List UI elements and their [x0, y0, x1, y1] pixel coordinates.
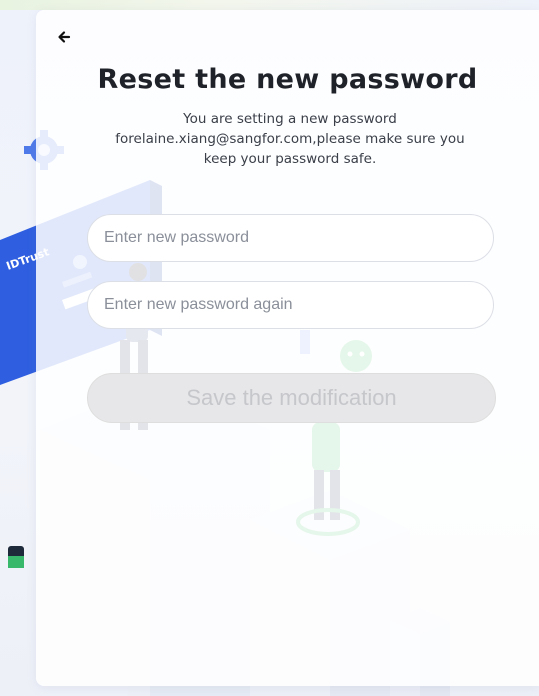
- back-button[interactable]: [54, 26, 76, 48]
- reset-password-screen: IDTrust Reset the new password You are s…: [0, 0, 539, 696]
- confirm-password-input[interactable]: [87, 281, 494, 329]
- page-subtitle: You are setting a new password forelaine…: [80, 109, 500, 169]
- page-title: Reset the new password: [97, 64, 478, 95]
- save-modification-button[interactable]: Save the modification: [87, 373, 496, 423]
- subtitle-line: You are setting a new password: [183, 111, 397, 127]
- subtitle-line: forelaine.xiang@sangfor.com,please make …: [115, 131, 465, 147]
- new-password-input[interactable]: [87, 214, 494, 262]
- cup-illustration: [8, 546, 24, 568]
- subtitle-line: keep your password safe.: [203, 151, 377, 167]
- arrow-left-icon: [58, 31, 71, 43]
